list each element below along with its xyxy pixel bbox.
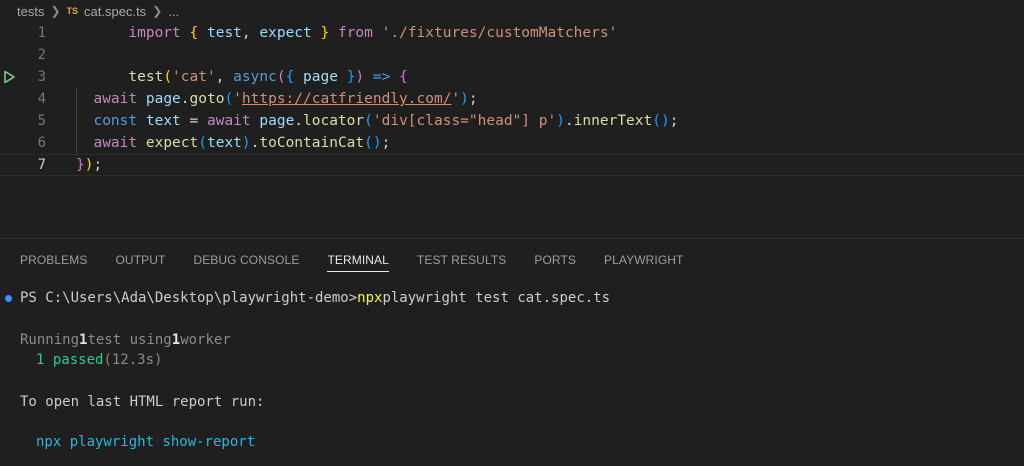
terminal-command-line: PS C:\Users\Ada\Desktop\playwright-demo>…: [20, 288, 610, 308]
token: test: [128, 69, 164, 85]
terminal-running-line: Running 1 test using 1 worker: [20, 330, 231, 350]
tab-ports[interactable]: PORTS: [534, 239, 576, 281]
line-number: 5: [37, 113, 46, 129]
code-line-4[interactable]: 4 await page.goto('https://catfriendly.c…: [0, 88, 1024, 110]
token: {: [399, 69, 408, 85]
token: 'cat': [172, 69, 216, 85]
token: ): [241, 135, 251, 151]
token: page: [303, 69, 338, 85]
token: './fixtures/customMatchers': [381, 25, 618, 41]
token: await: [93, 91, 138, 107]
token: {: [285, 69, 295, 85]
tab-output[interactable]: OUTPUT: [116, 239, 166, 281]
terminal-text: Running: [20, 332, 80, 348]
token: ): [460, 91, 469, 107]
token: 'div[class="head"] p': [372, 113, 557, 129]
token: (): [364, 135, 382, 151]
token: (): [652, 113, 670, 129]
token: ): [355, 69, 365, 85]
token: =>: [372, 69, 391, 85]
command-status-dot-icon[interactable]: [5, 295, 12, 302]
token: locator: [303, 113, 365, 129]
line-number: 1: [37, 25, 46, 41]
code-line-7[interactable]: 7 });: [0, 154, 1024, 176]
terminal-passed-line: 1 passed (12.3s): [36, 350, 162, 370]
terminal-report-command: npx playwright show-report: [36, 432, 255, 452]
code-line-6[interactable]: 6 await expect(text).toContainCat();: [0, 132, 1024, 154]
test-duration: (12.3s): [103, 352, 163, 368]
terminal-text: test using: [87, 332, 172, 348]
token: ;: [381, 135, 391, 151]
tab-debug-console[interactable]: DEBUG CONSOLE: [193, 239, 299, 281]
token: ': [451, 91, 461, 107]
token: await: [93, 135, 138, 151]
panel-tabs: PROBLEMS OUTPUT DEBUG CONSOLE TERMINAL T…: [0, 239, 1024, 281]
code-editor[interactable]: 1 import { test, expect } from './fixtur…: [0, 22, 1024, 238]
bottom-panel: PROBLEMS OUTPUT DEBUG CONSOLE TERMINAL T…: [0, 238, 1024, 466]
line-number: 2: [37, 47, 46, 63]
token: ;: [93, 157, 103, 173]
token: text: [206, 135, 242, 151]
token: .: [180, 91, 190, 107]
code-line-1[interactable]: 1 import { test, expect } from './fixtur…: [0, 22, 1024, 44]
terminal-prompt: PS C:\Users\Ada\Desktop\playwright-demo>: [20, 290, 358, 306]
token: ;: [468, 91, 478, 107]
token: page: [145, 91, 181, 107]
token: .: [564, 113, 574, 129]
token: import: [128, 25, 181, 41]
token: ;: [669, 113, 679, 129]
token: ,: [241, 25, 251, 41]
token: toContainCat: [259, 135, 365, 151]
tab-problems[interactable]: PROBLEMS: [20, 239, 88, 281]
token: (: [276, 69, 286, 85]
token: innerText: [573, 113, 653, 129]
line-number: 6: [37, 135, 46, 151]
code-line-3[interactable]: 3 test('cat', async({ page }) => {: [0, 66, 1024, 88]
token: await: [206, 113, 251, 129]
tab-playwright[interactable]: PLAYWRIGHT: [604, 239, 683, 281]
token: (: [163, 69, 173, 85]
token: }: [76, 157, 85, 173]
token: const: [93, 113, 138, 129]
line-number: 7: [37, 157, 46, 173]
token: expect: [145, 135, 199, 151]
line-number: 4: [37, 91, 46, 107]
tab-test-results[interactable]: TEST RESULTS: [417, 239, 506, 281]
token: async: [233, 69, 277, 85]
token: expect: [259, 25, 312, 41]
token: (: [198, 135, 207, 151]
code-line-5[interactable]: 5 const text = await page.locator('div[c…: [0, 110, 1024, 132]
token: (: [364, 113, 373, 129]
token: ': [233, 91, 242, 107]
token: .: [294, 113, 304, 129]
token: (: [224, 91, 234, 107]
token: }: [320, 25, 330, 41]
token: page: [259, 113, 295, 129]
line-number: 3: [37, 69, 46, 85]
url-link[interactable]: https://catfriendly.com/: [242, 91, 452, 107]
token: from: [337, 25, 373, 41]
terminal-command-npx: npx: [357, 290, 383, 306]
terminal-text: To open last HTML report run:: [20, 394, 265, 410]
token: goto: [189, 91, 225, 107]
token: ,: [215, 69, 225, 85]
terminal-text: 1: [79, 332, 88, 348]
terminal-command-args: playwright test cat.spec.ts: [382, 290, 611, 306]
passed-count: 1 passed: [36, 352, 104, 368]
terminal-text: 1: [171, 332, 181, 348]
token: {: [189, 25, 199, 41]
token: =: [189, 113, 199, 129]
token: test: [206, 25, 242, 41]
terminal-text: worker: [180, 332, 231, 348]
breadcrumb-folder[interactable]: tests: [17, 4, 44, 19]
token: ): [556, 113, 565, 129]
terminal-report-hint: To open last HTML report run:: [20, 392, 264, 412]
token: text: [145, 113, 181, 129]
terminal-text: npx playwright show-report: [36, 434, 256, 450]
chevron-right-icon: ❯: [50, 4, 61, 18]
tab-terminal[interactable]: TERMINAL: [327, 239, 390, 281]
